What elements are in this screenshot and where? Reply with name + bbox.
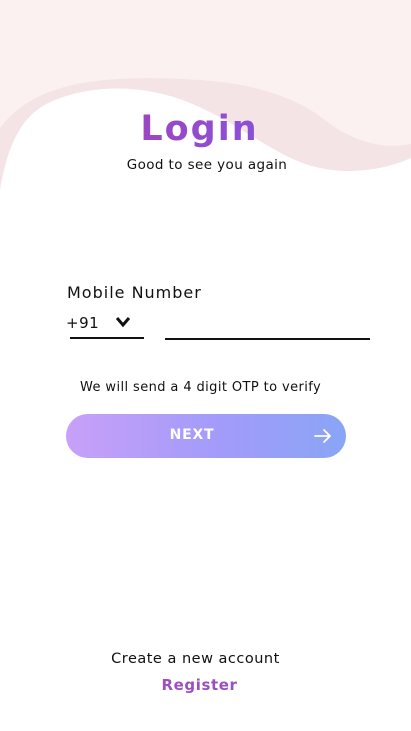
next-button[interactable]: NEXT <box>66 414 346 458</box>
page-subtitle: Good to see you again <box>126 157 288 173</box>
create-account-text: Create a new account <box>111 651 280 667</box>
arrow-right-icon <box>314 429 331 443</box>
otp-info-text: We will send a 4 digit OTP to verify <box>80 380 322 395</box>
country-code-select[interactable]: +91 <box>66 311 144 339</box>
next-button-label: NEXT <box>169 427 215 443</box>
register-link[interactable]: Register <box>0 676 399 694</box>
chevron-down-icon <box>116 317 130 328</box>
country-code-value: +91 <box>66 314 100 332</box>
page-title: Login <box>0 106 399 152</box>
mobile-number-input[interactable] <box>165 310 370 340</box>
mobile-number-label: Mobile Number <box>67 283 202 302</box>
